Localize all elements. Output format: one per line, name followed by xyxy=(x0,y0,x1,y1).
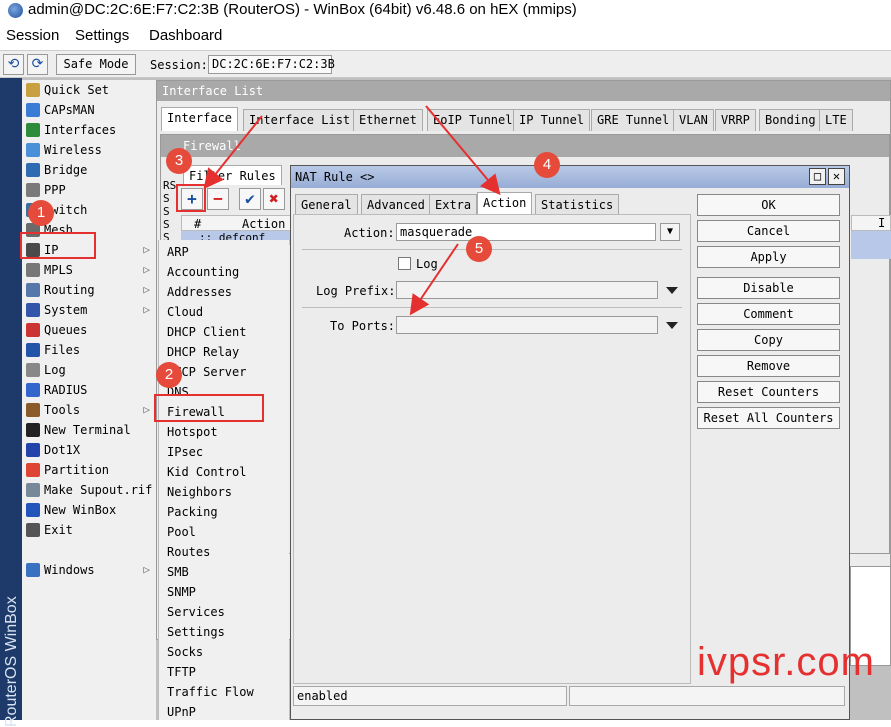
annotation-badge-2: 2 xyxy=(156,362,182,388)
annotation-badge-4: 4 xyxy=(534,152,560,178)
arrow-to-add xyxy=(203,115,263,190)
watermark: ivpsr.com xyxy=(697,640,875,684)
annotation-badge-3: 3 xyxy=(166,148,192,174)
arrow-to-action-tab xyxy=(425,105,501,196)
annotation-badge-1: 1 xyxy=(28,200,54,226)
annotation-badge-5: 5 xyxy=(466,236,492,262)
arrow-to-action-field xyxy=(409,243,459,316)
annotation-arrows xyxy=(203,105,501,316)
